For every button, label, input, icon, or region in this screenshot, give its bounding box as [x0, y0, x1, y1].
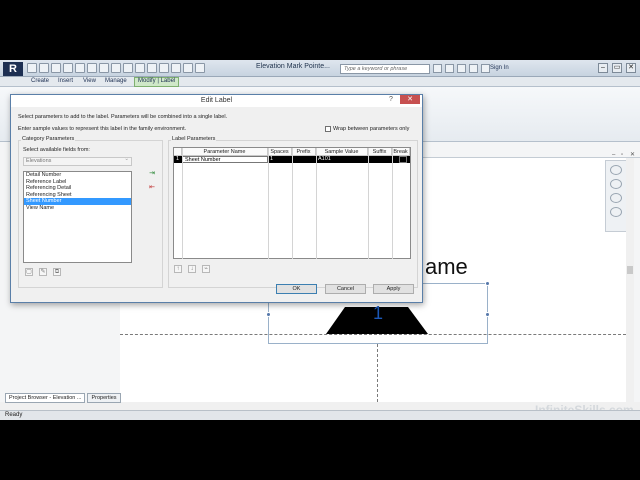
status-bar: Ready	[0, 410, 640, 420]
category-dropdown[interactable]: Elevations	[23, 156, 132, 166]
column-divider	[182, 148, 183, 259]
column-divider	[368, 148, 369, 259]
list-item[interactable]: View Name	[24, 205, 131, 212]
wrap-between-checkbox[interactable]: Wrap between parameters only	[325, 126, 409, 132]
column-divider	[316, 148, 317, 259]
add-parameter-icon[interactable]: ⇥	[147, 170, 157, 177]
checkbox[interactable]	[325, 126, 331, 132]
spaces-cell[interactable]: 1	[268, 156, 292, 163]
column-divider	[268, 148, 269, 259]
marker-number-label[interactable]: 1	[370, 303, 386, 324]
table-header: Suffix	[368, 148, 392, 156]
format-icon[interactable]: ⌁	[202, 265, 210, 273]
available-fields-list[interactable]: Detail Number Reference Label Referencin…	[23, 171, 132, 263]
status-text: Ready	[5, 412, 23, 418]
edit-label-dialog: Edit Label ? ✕ Select parameters to add …	[10, 94, 423, 303]
drag-grip[interactable]	[266, 312, 271, 317]
help-icon[interactable]: ?	[389, 96, 393, 103]
browser-tabs: Project Browser - Elevation ... Properti…	[5, 393, 121, 403]
revit-window: R Elevation Mark Pointe... Type a keywor…	[0, 60, 640, 420]
tab-properties[interactable]: Properties	[87, 393, 121, 403]
new-parameter-icon[interactable]: ▢	[25, 268, 33, 276]
table-header: Parameter Name	[182, 148, 268, 156]
wrap-label: Wrap between parameters only	[333, 126, 410, 132]
ok-button[interactable]: OK	[276, 284, 317, 294]
table-header: Sample Value	[316, 148, 368, 156]
break-checkbox[interactable]	[399, 156, 407, 163]
instruction-text-2: Enter sample values to represent this la…	[18, 126, 187, 132]
table-header: Spaces	[268, 148, 292, 156]
table-header: Prefix	[292, 148, 316, 156]
instruction-text: Select parameters to add to the label. P…	[18, 114, 228, 120]
drag-grip[interactable]	[485, 312, 490, 317]
row-index: 1	[176, 156, 180, 162]
edit-parameter-icon[interactable]: ✎	[39, 268, 47, 276]
label-parameters-table: Parameter Name Spaces Prefix Sample Valu…	[173, 147, 411, 259]
drag-grip[interactable]	[485, 281, 490, 286]
apply-button[interactable]: Apply	[373, 284, 414, 294]
parameter-name-cell[interactable]: Sheet Number	[182, 156, 268, 163]
sample-value-cell[interactable]: A101	[316, 156, 368, 163]
tab-project-browser[interactable]: Project Browser - Elevation ...	[5, 393, 86, 403]
category-param-tools: ▢ ✎ ⧉	[25, 268, 61, 276]
close-icon[interactable]: ✕	[400, 95, 420, 104]
move-down-icon[interactable]: ↓	[188, 265, 196, 273]
copy-parameter-icon[interactable]: ⧉	[53, 268, 61, 276]
available-fields-label: Select available fields from:	[23, 147, 90, 153]
column-divider	[292, 148, 293, 259]
prefix-cell[interactable]	[292, 156, 316, 163]
label-parameters-title: Label Parameters	[171, 136, 217, 142]
label-text-preview: ame	[425, 254, 468, 279]
table-header: Break	[392, 148, 410, 156]
dialog-title: Edit Label	[200, 97, 233, 104]
category-parameters-title: Category Parameters	[21, 136, 76, 142]
table-header	[174, 148, 182, 156]
remove-parameter-icon[interactable]: ⇤	[147, 184, 157, 191]
label-param-tools: ↑ ↓ ⌁	[174, 265, 210, 273]
dialog-title-bar[interactable]: Edit Label ? ✕	[11, 95, 422, 107]
move-up-icon[interactable]: ↑	[174, 265, 182, 273]
column-divider	[392, 148, 393, 259]
cancel-button[interactable]: Cancel	[325, 284, 366, 294]
suffix-cell[interactable]	[368, 156, 392, 163]
